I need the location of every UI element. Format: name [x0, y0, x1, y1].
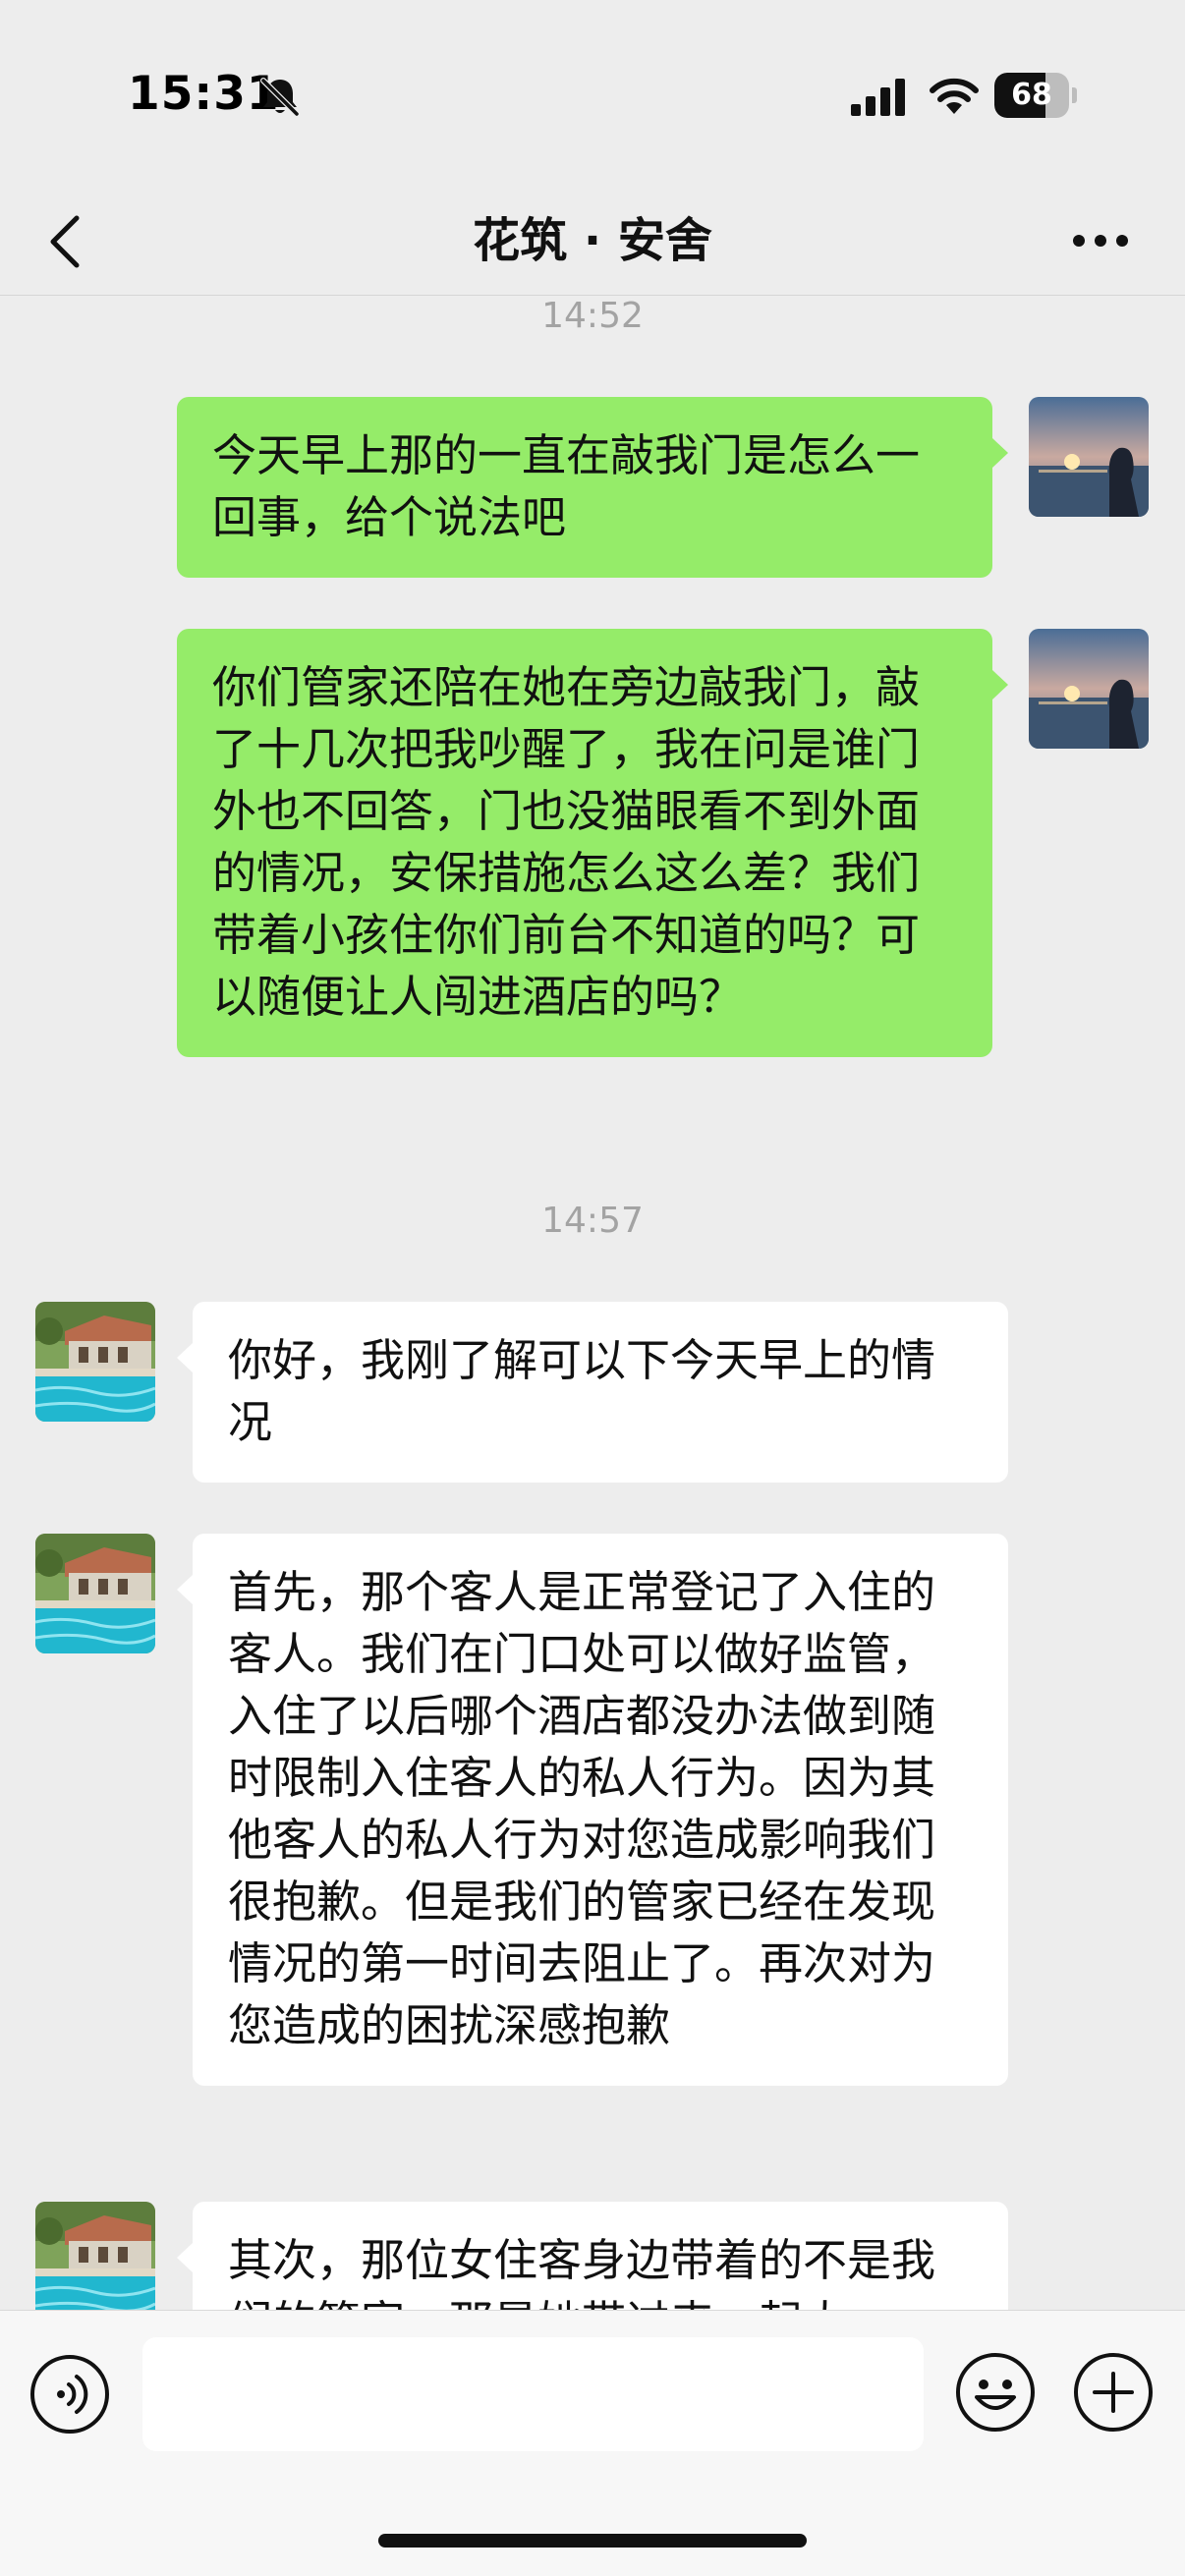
battery-tip: [1072, 87, 1077, 103]
back-button[interactable]: [39, 202, 98, 281]
bubble-tail: [992, 438, 1008, 468]
bubble-tail: [177, 2243, 193, 2272]
hotel-avatar[interactable]: [35, 1302, 155, 1422]
received-message-bubble[interactable]: 首先，那个客人是正常登记了入住的客人。我们在门口处可以做好监管，入住了以后哪个酒…: [193, 1534, 1008, 2086]
hotel-avatar[interactable]: [35, 1534, 155, 1653]
emoji-button[interactable]: [953, 2350, 1038, 2435]
bubble-tail: [177, 1575, 193, 1604]
status-bar: 15:31 68: [0, 0, 1185, 187]
chevron-left-icon: [50, 215, 80, 268]
wifi-icon: [930, 78, 979, 114]
more-dots-icon: [1073, 235, 1128, 247]
chat-title: 花筑 · 安舍: [473, 213, 712, 268]
my-avatar[interactable]: [1029, 629, 1149, 749]
plus-icon: [1074, 2353, 1153, 2432]
my-avatar[interactable]: [1029, 397, 1149, 517]
battery-body: 68: [994, 73, 1069, 118]
battery-icon: 68: [994, 73, 1077, 118]
nav-bar: 花筑 · 安舍: [0, 187, 1185, 296]
received-message-bubble[interactable]: 其次，那位女住客身边带着的不是我们的管家，那是她带过来一起大: [193, 2202, 1008, 2310]
message-list[interactable]: 14:52 今天早上那的一直在敲我门是怎么一回事，给个说法吧 你们管家还陪在她在…: [0, 296, 1185, 2310]
bubble-tail: [177, 1343, 193, 1372]
signal-icon: [851, 79, 905, 116]
emoji-icon: [956, 2353, 1035, 2432]
battery-level: 68: [1011, 78, 1052, 112]
voice-button[interactable]: [28, 2352, 112, 2436]
message-input[interactable]: [142, 2337, 924, 2451]
timestamp: 14:52: [541, 296, 644, 336]
received-message-bubble[interactable]: 你好，我刚了解可以下今天早上的情况: [193, 1302, 1008, 1483]
bell-slash-icon: [260, 78, 300, 117]
timestamp: 14:57: [541, 1201, 644, 1241]
voice-icon: [30, 2355, 109, 2434]
bubble-tail: [992, 670, 1008, 700]
hotel-avatar[interactable]: [35, 2202, 155, 2310]
home-indicator[interactable]: [378, 2534, 807, 2548]
input-bar: [0, 2310, 1185, 2576]
sent-message-bubble[interactable]: 今天早上那的一直在敲我门是怎么一回事，给个说法吧: [177, 397, 992, 578]
add-button[interactable]: [1071, 2350, 1156, 2435]
chat-screen: 15:31 68 花筑 · 安舍 14:52 今天早上那的一直在敲我门是怎么一回…: [0, 0, 1185, 2576]
more-button[interactable]: [1061, 216, 1140, 265]
sent-message-bubble[interactable]: 你们管家还陪在她在旁边敲我门，敲了十几次把我吵醒了，我在问是谁门外也不回答，门也…: [177, 629, 992, 1057]
